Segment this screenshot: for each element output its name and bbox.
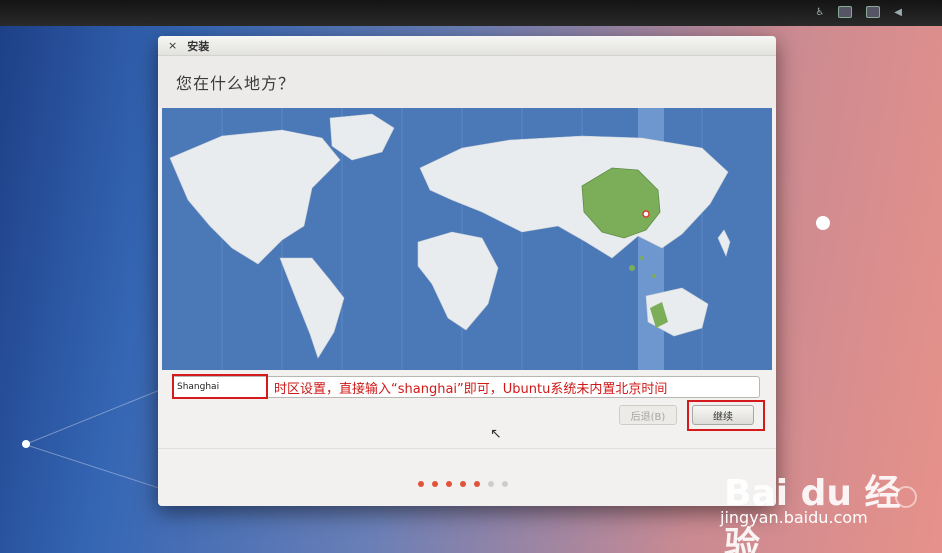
page-header: 您在什么地方？ — [158, 56, 776, 108]
progress-indicator — [418, 481, 508, 487]
timezone-map[interactable] — [162, 108, 772, 370]
keyboard-layout-icon[interactable] — [838, 6, 853, 18]
highlight-box-continue — [687, 400, 765, 431]
accessibility-icon[interactable]: ♿ — [815, 7, 824, 18]
window-title: 安装 — [187, 39, 210, 53]
installer-window: × 安装 您在什么地方？ Shanghai 时区设置，直接输入“shanghai… — [158, 36, 776, 506]
watermark-site: jingyan.baidu.com — [720, 508, 868, 527]
progress-dot — [502, 481, 508, 487]
world-map[interactable] — [162, 108, 772, 370]
progress-dot — [460, 481, 466, 487]
highlight-box-input — [172, 374, 268, 399]
mouse-cursor-icon: ↖ — [490, 426, 502, 442]
wallpaper-light — [816, 216, 830, 230]
location-pin[interactable] — [642, 210, 650, 218]
timezone-annotation: 时区设置，直接输入“shanghai”即可，Ubuntu系统未内置北京时间 — [274, 381, 668, 397]
progress-dot — [446, 481, 452, 487]
progress-dot — [488, 481, 494, 487]
installer-footer — [158, 448, 776, 506]
progress-dot — [418, 481, 424, 487]
back-button[interactable]: 后退(B) — [619, 405, 677, 425]
wallpaper-ray — [24, 444, 178, 495]
progress-dot — [432, 481, 438, 487]
system-tray: ♿ ◀ — [815, 5, 902, 19]
close-icon[interactable]: × — [168, 39, 177, 52]
ubuntu-logo-icon — [895, 486, 917, 508]
battery-icon[interactable] — [866, 6, 881, 18]
progress-dot — [474, 481, 480, 487]
page-title: 您在什么地方？ — [176, 74, 296, 93]
volume-icon[interactable]: ◀ — [894, 7, 902, 18]
window-titlebar: × 安装 — [158, 36, 776, 56]
monitor-bezel — [0, 0, 942, 26]
